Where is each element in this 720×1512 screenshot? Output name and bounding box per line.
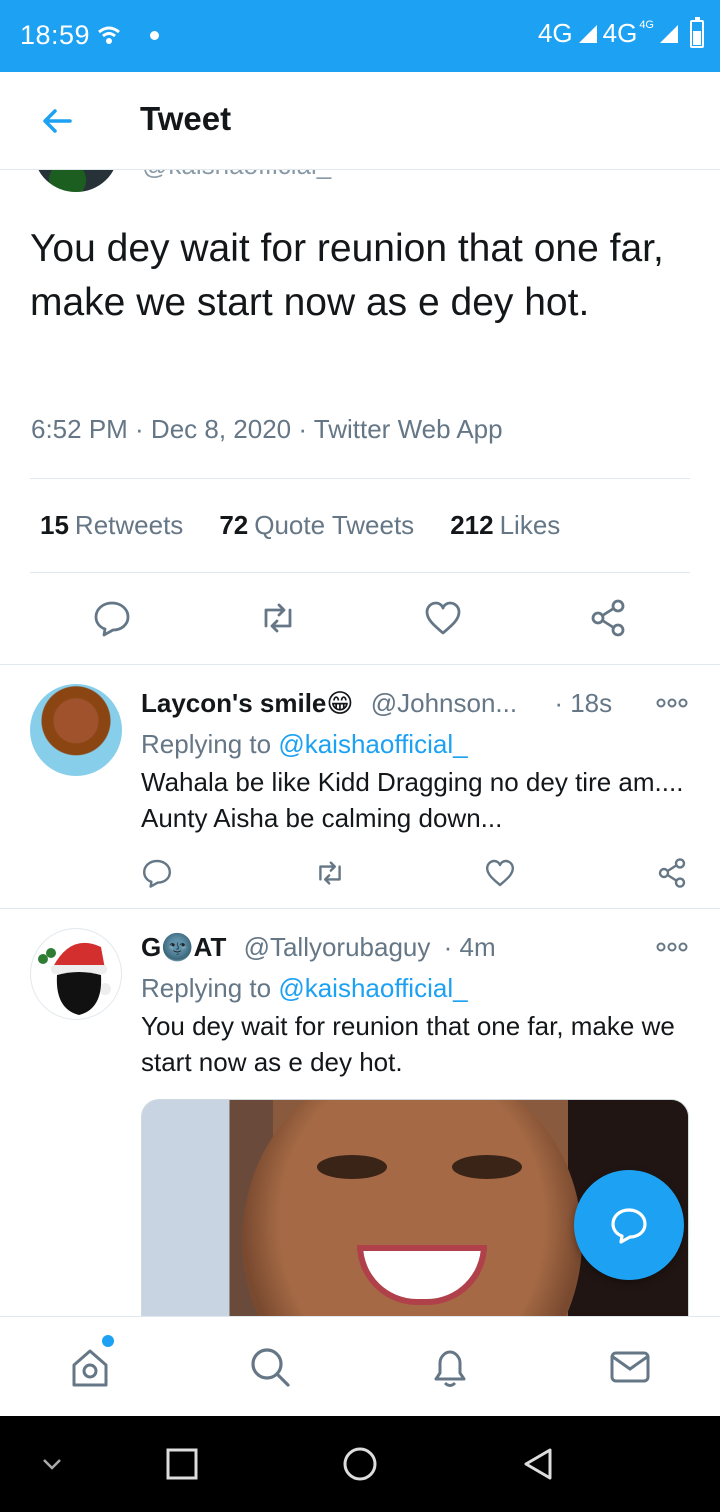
replying-to: Replying to @kaishaofficial_ xyxy=(141,729,468,760)
system-navigation-bar xyxy=(0,1416,720,1512)
santa-hat-avatar-icon xyxy=(38,942,111,1015)
share-icon[interactable] xyxy=(656,857,688,889)
reply-avatar[interactable] xyxy=(30,684,122,776)
replying-prefix: Replying to xyxy=(141,973,279,1003)
data-saver-icon xyxy=(98,26,120,44)
notification-dot xyxy=(150,31,159,40)
quotes-count: 72 xyxy=(219,510,249,540)
replying-prefix: Replying to xyxy=(141,729,279,759)
tweet-text: You dey wait for reunion that one far, m… xyxy=(30,227,664,324)
divider xyxy=(30,572,690,573)
reply-header: G🌚AT @Tallyorubaguy · 4m xyxy=(141,932,496,963)
home-circle-icon[interactable] xyxy=(342,1446,378,1482)
reply-avatar[interactable] xyxy=(30,928,122,1020)
network-label-2: 4G xyxy=(602,18,638,48)
replying-to: Replying to @kaishaofficial_ xyxy=(141,973,468,1004)
reply-handle[interactable]: @Tallyorubaguy xyxy=(244,932,431,962)
status-bar: 18:59 4G 4G 4G xyxy=(0,0,720,72)
reply-text: You dey wait for reunion that one far, m… xyxy=(141,1011,675,1077)
bottom-navigation xyxy=(0,1316,720,1416)
retweet-icon[interactable] xyxy=(314,857,346,889)
reply-handle[interactable]: @Johnson... xyxy=(371,688,517,718)
quote-tweets-stat[interactable]: 72 Quote Tweets xyxy=(219,510,414,541)
reply-time: · 4m xyxy=(443,932,496,962)
network-label-1: 4G xyxy=(537,18,573,48)
home-icon[interactable] xyxy=(68,1345,112,1389)
chevron-down-icon[interactable] xyxy=(34,1446,70,1482)
divider xyxy=(0,664,720,665)
retweets-label: Retweets xyxy=(74,510,184,540)
divider xyxy=(0,908,720,909)
share-icon[interactable] xyxy=(588,598,628,638)
replying-mention[interactable]: @kaishaofficial_ xyxy=(278,973,467,1003)
reply-time: · 18s xyxy=(554,688,613,718)
reply-icon[interactable] xyxy=(141,857,173,889)
likes-label: Likes xyxy=(499,510,561,540)
media-eye-left xyxy=(317,1155,387,1179)
messages-icon[interactable] xyxy=(608,1345,652,1389)
signal-icon xyxy=(578,24,597,43)
back-arrow-icon[interactable] xyxy=(38,102,76,140)
like-icon[interactable] xyxy=(484,857,516,889)
reply-display-name[interactable]: G🌚AT xyxy=(141,932,226,962)
retweets-stat[interactable]: 15 Retweets xyxy=(40,510,183,541)
battery-icon xyxy=(690,16,704,48)
reply-header: Laycon's smile😁 @Johnson... · 18s xyxy=(141,688,612,719)
more-options-icon[interactable] xyxy=(655,940,689,954)
search-icon[interactable] xyxy=(248,1345,292,1389)
network-sup: 4G xyxy=(639,18,654,31)
media-eye-right xyxy=(452,1155,522,1179)
notifications-icon[interactable] xyxy=(428,1345,472,1389)
top-app-bar: Tweet xyxy=(0,72,720,170)
tweet-actions xyxy=(30,598,690,642)
tweet-meta: 6:52 PM · Dec 8, 2020 · Twitter Web App xyxy=(31,414,503,444)
retweet-icon[interactable] xyxy=(258,598,298,638)
signal-icon-2 xyxy=(660,24,678,43)
divider xyxy=(30,478,690,479)
reply-display-name[interactable]: Laycon's smile😁 xyxy=(141,688,353,718)
quotes-label: Quote Tweets xyxy=(254,510,415,540)
recents-icon[interactable] xyxy=(164,1446,200,1482)
likes-stat[interactable]: 212 Likes xyxy=(450,510,560,541)
likes-count: 212 xyxy=(450,510,494,540)
home-badge xyxy=(102,1335,114,1347)
more-options-icon[interactable] xyxy=(655,696,689,710)
like-icon[interactable] xyxy=(423,598,463,638)
replying-mention[interactable]: @kaishaofficial_ xyxy=(278,729,467,759)
reply-text: Wahala be like Kidd Dragging no dey tire… xyxy=(141,767,684,833)
compose-icon xyxy=(611,1208,647,1244)
reply-icon[interactable] xyxy=(92,598,132,638)
status-right: 4G 4G 4G xyxy=(537,16,704,49)
retweets-count: 15 xyxy=(40,510,69,540)
status-time: 18:59 xyxy=(20,20,91,50)
tweet-stats: 15 Retweets 72 Quote Tweets 212 Likes xyxy=(40,510,560,541)
back-triangle-icon[interactable] xyxy=(520,1446,556,1482)
compose-reply-button[interactable] xyxy=(574,1170,684,1280)
page-title: Tweet xyxy=(140,100,232,137)
